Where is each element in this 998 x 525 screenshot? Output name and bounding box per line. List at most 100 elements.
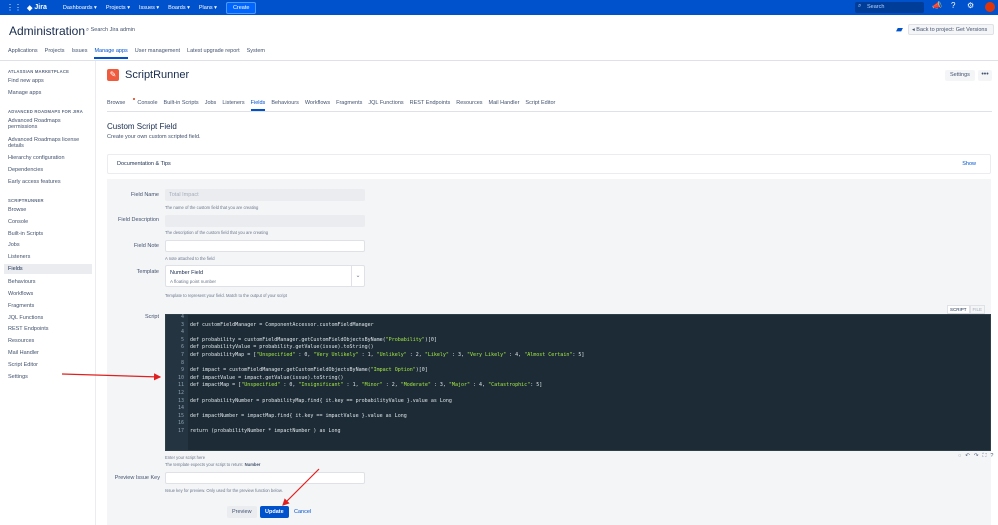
line-number: 15 [177, 412, 184, 419]
line-number: 16 [177, 420, 184, 427]
feedback-icon[interactable]: ▰ [896, 24, 903, 35]
cancel-button[interactable]: Cancel [289, 506, 316, 518]
sidebar-item-jobs[interactable]: Jobs [8, 242, 90, 248]
tab-fragments[interactable]: Fragments [336, 100, 362, 111]
show-documentation-link[interactable]: Show [962, 161, 976, 167]
sidebar-item-browse[interactable]: Browse [8, 207, 90, 213]
nav-plans[interactable]: Plans ▾ [199, 5, 217, 11]
nav-boards[interactable]: Boards ▾ [168, 5, 190, 11]
tab-applications[interactable]: Applications [8, 48, 38, 59]
field-description-label: Field Description [118, 217, 159, 223]
sidebar-item-rest-endpoints[interactable]: REST Endpoints [8, 326, 90, 332]
template-help: Template to represent your field. Match … [165, 293, 287, 298]
redo-icon[interactable]: ↷ [974, 453, 979, 460]
sidebar-item-early-access[interactable]: Early access features [8, 179, 90, 185]
help-icon[interactable]: ? [990, 453, 993, 460]
app-switcher-icon[interactable]: ⋮⋮ [6, 3, 22, 12]
admin-tabs: Applications Projects Issues Manage apps… [8, 48, 272, 59]
settings-gear-icon[interactable]: ⚙ [967, 1, 974, 10]
tab-behaviours[interactable]: Behaviours [271, 100, 299, 111]
sidebar-item-console[interactable]: Console [8, 219, 90, 225]
code-line: def probabilityMap = ["Unspecified" : 0,… [190, 352, 585, 358]
notifications-icon[interactable]: 📣 [932, 1, 942, 10]
field-name-input[interactable]: Total Impact [165, 189, 365, 201]
sidebar-item-fragments[interactable]: Fragments [8, 303, 90, 309]
divider [0, 60, 998, 61]
tab-console[interactable]: Console [137, 100, 157, 111]
preview-button[interactable]: Preview [227, 506, 257, 518]
tab-resources[interactable]: Resources [456, 100, 482, 111]
code-line: def impact = customFieldManager.getCusto… [190, 367, 428, 374]
sidebar-item-workflows[interactable]: Workflows [8, 291, 90, 297]
tab-jql-functions[interactable]: JQL Functions [368, 100, 403, 111]
nav-dashboards[interactable]: Dashboards ▾ [63, 5, 97, 11]
nav-projects[interactable]: Projects ▾ [106, 5, 130, 11]
script-editor[interactable]: 4 3 4 5 6 7 8 9 10 11 12 13 14 15 16 17 def customField… [165, 314, 991, 451]
sidebar-item-roadmaps-permissions[interactable]: Advanced Roadmaps permissions [8, 118, 90, 130]
back-to-project-button[interactable]: ◂ Back to project: Get Versions [908, 24, 994, 35]
undo-icon[interactable]: ↶ [965, 453, 970, 460]
sidebar-item-mail-handler[interactable]: Mail Handler [8, 350, 90, 356]
sidebar-item-jql-functions[interactable]: JQL Functions [8, 315, 90, 321]
update-button[interactable]: Update [260, 506, 289, 518]
sidebar-item-dependencies[interactable]: Dependencies [8, 167, 90, 173]
tab-system[interactable]: System [247, 48, 265, 59]
settings-button[interactable]: Settings [945, 70, 975, 81]
tab-jobs[interactable]: Jobs [205, 100, 217, 111]
line-number: 10 [177, 374, 184, 381]
code-line: def probabilityNumber = probabilityMap.f… [190, 397, 452, 404]
tab-built-in-scripts[interactable]: Built-in Scripts [164, 100, 199, 111]
fullscreen-icon[interactable]: ⛶ [983, 453, 987, 460]
script-mode-tabs: SCRIPT FILE [947, 305, 986, 314]
help-icon[interactable]: ? [951, 1, 955, 10]
sidebar-item-find-new-apps[interactable]: Find new apps [8, 78, 90, 84]
create-button[interactable]: Create [225, 1, 257, 14]
code-line: def customFieldManager = ComponentAccess… [190, 321, 374, 328]
field-note-label: Field Note [133, 243, 159, 249]
divider [107, 111, 992, 112]
more-options-button[interactable]: ••• [978, 70, 992, 81]
field-description-help: The description of the custom field that… [165, 230, 269, 235]
line-number: 6 [180, 344, 184, 351]
field-description-input[interactable] [165, 215, 365, 227]
user-avatar[interactable] [985, 2, 995, 12]
documentation-panel: Documentation & Tips Show [107, 154, 991, 174]
sidebar-item-settings[interactable]: Settings [8, 374, 90, 380]
sidebar-item-listeners[interactable]: Listeners [8, 254, 90, 260]
tab-file[interactable]: FILE [969, 305, 986, 314]
tab-user-management[interactable]: User management [135, 48, 180, 59]
line-number: 11 [177, 382, 184, 389]
tab-script[interactable]: SCRIPT [947, 305, 970, 314]
sidebar-item-resources[interactable]: Resources [8, 338, 90, 344]
tab-issues[interactable]: Issues [72, 48, 88, 59]
section-title: Custom Script Field [107, 122, 177, 131]
tab-script-editor[interactable]: Script Editor [525, 100, 555, 111]
tab-manage-apps[interactable]: Manage apps [94, 48, 128, 59]
template-select[interactable]: Number Field A floating point number ⌄ [165, 265, 365, 287]
tab-browse[interactable]: Browse [107, 98, 136, 111]
tab-workflows[interactable]: Workflows [305, 100, 330, 111]
sidebar-item-script-editor[interactable]: Script Editor [8, 362, 90, 368]
sidebar-item-manage-apps[interactable]: Manage apps [8, 90, 90, 96]
tab-latest-upgrade-report[interactable]: Latest upgrade report [187, 48, 240, 59]
code-line: def impactMap = ["Unspecified" : 0, "Ins… [190, 382, 543, 389]
admin-search-link[interactable]: ⌕ Search Jira admin [86, 27, 135, 34]
tab-listeners[interactable]: Listeners [222, 100, 244, 111]
template-description: A floating point number [170, 279, 217, 284]
tab-rest-endpoints[interactable]: REST Endpoints [410, 100, 451, 111]
sidebar-item-built-in-scripts[interactable]: Built-in Scripts [8, 231, 90, 237]
sidebar-item-behaviours[interactable]: Behaviours [8, 279, 90, 285]
preview-issue-key-input[interactable] [165, 472, 365, 484]
static-check-icon[interactable]: ◌ [958, 453, 961, 460]
nav-issues[interactable]: Issues ▾ [139, 5, 159, 11]
sidebar-item-roadmaps-license[interactable]: Advanced Roadmaps license details [8, 137, 90, 149]
tab-fields[interactable]: Fields [250, 100, 266, 111]
search-input[interactable]: ⌕ Search [855, 2, 924, 13]
sidebar-item-fields[interactable]: Fields [4, 264, 92, 274]
tab-projects[interactable]: Projects [45, 48, 65, 59]
field-note-input[interactable] [165, 240, 365, 252]
sidebar-item-hierarchy[interactable]: Hierarchy configuration [8, 155, 90, 161]
tab-mail-handler[interactable]: Mail Handler [489, 100, 520, 111]
jira-logo[interactable]: ◆ Jira [27, 4, 47, 12]
sidebar-heading: SCRIPTRUNNER [8, 198, 44, 203]
